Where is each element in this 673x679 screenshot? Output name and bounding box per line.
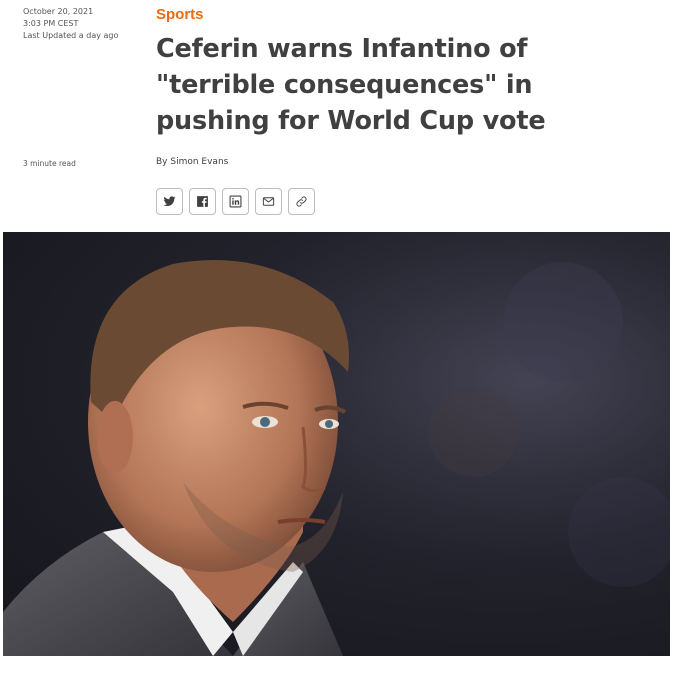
portrait-illustration (3, 232, 670, 656)
link-icon (296, 196, 307, 207)
headline-line: Ceferin warns Infantino of (156, 34, 528, 64)
article-meta: October 20, 2021 3:03 PM CEST Last Updat… (23, 6, 143, 42)
read-time: 3 minute read (23, 159, 76, 168)
share-bar (156, 188, 315, 215)
last-updated: Last Updated a day ago (23, 31, 119, 40)
linkedin-icon (229, 195, 242, 208)
headline-line: pushing for World Cup vote (156, 106, 546, 136)
facebook-icon (197, 196, 208, 207)
byline[interactable]: By Simon Evans (156, 157, 228, 167)
share-email-button[interactable] (255, 188, 282, 215)
headline: Ceferin warns Infantino of "terrible con… (156, 31, 556, 139)
share-link-button[interactable] (288, 188, 315, 215)
twitter-icon (163, 196, 176, 207)
category-link[interactable]: Sports (156, 6, 204, 23)
headline-line: "terrible consequences" in (156, 70, 533, 100)
article-photo (3, 232, 670, 656)
share-twitter-button[interactable] (156, 188, 183, 215)
publish-date: October 20, 2021 (23, 7, 94, 16)
email-icon (262, 197, 275, 206)
publish-time: 3:03 PM CEST (23, 19, 79, 28)
share-facebook-button[interactable] (189, 188, 216, 215)
share-linkedin-button[interactable] (222, 188, 249, 215)
